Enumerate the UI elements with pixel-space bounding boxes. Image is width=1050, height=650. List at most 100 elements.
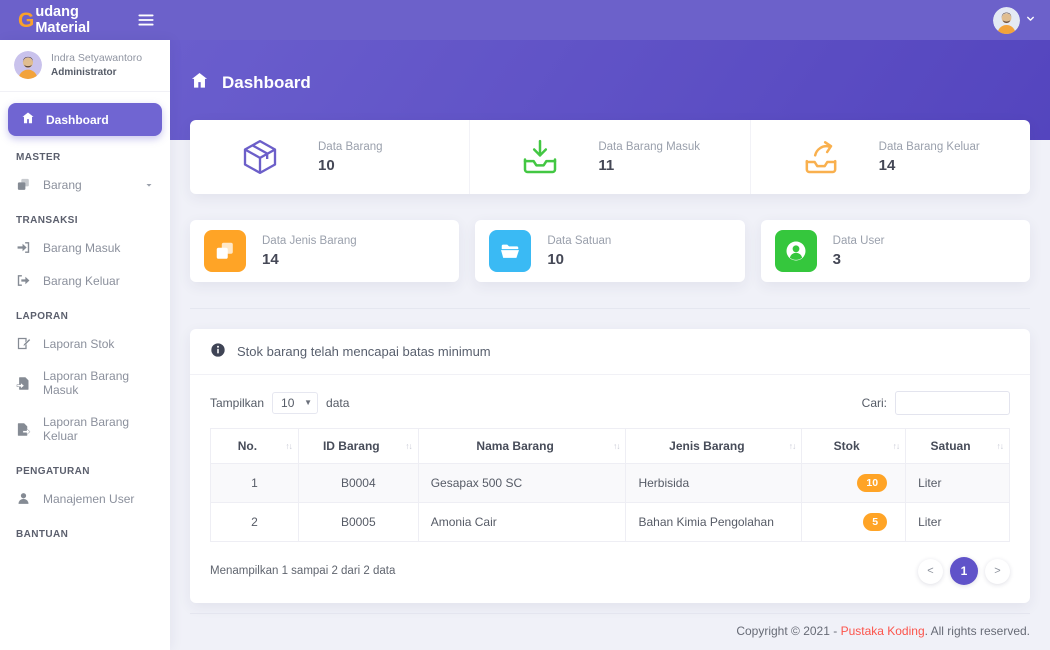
sort-icon: ↑↓ xyxy=(613,441,620,451)
sign-in-icon xyxy=(16,240,31,255)
table-info: Menampilkan 1 sampai 2 dari 2 data xyxy=(210,565,395,577)
avatar xyxy=(14,51,42,79)
stat-value: 14 xyxy=(879,157,980,174)
search-input[interactable] xyxy=(895,391,1010,415)
sidebar-item-label: Manajemen User xyxy=(43,492,134,506)
chevron-down-icon xyxy=(1025,11,1036,29)
column-header-id-barang[interactable]: ID Barang↑↓ xyxy=(298,429,418,464)
layers-icon xyxy=(16,177,31,192)
hamburger-menu-icon[interactable] xyxy=(136,10,156,30)
report-edit-icon xyxy=(16,336,31,351)
cell-nama-barang: Amonia Cair xyxy=(418,503,626,542)
file-import-icon xyxy=(16,376,31,391)
card-value: 10 xyxy=(547,251,611,268)
column-header-jenis-barang[interactable]: Jenis Barang↑↓ xyxy=(626,429,802,464)
box-out-icon xyxy=(801,137,841,177)
home-icon xyxy=(190,71,209,95)
main-content: Dashboard Data Barang 10 xyxy=(170,40,1050,650)
sidebar-item-laporan-barang-masuk[interactable]: Laporan Barang Masuk xyxy=(0,360,170,406)
copyright-suffix: . All rights reserved. xyxy=(925,624,1030,638)
cell-stok: 5 xyxy=(802,503,906,542)
sort-icon: ↑↓ xyxy=(789,441,796,451)
card-data-satuan: Data Satuan 10 xyxy=(475,220,744,282)
card-value: 14 xyxy=(262,251,357,268)
card-label: Data Satuan xyxy=(547,235,611,247)
sidebar-item-label: Barang xyxy=(43,178,82,192)
sort-icon: ↑↓ xyxy=(893,441,900,451)
stat-data-barang-keluar: Data Barang Keluar 14 xyxy=(750,120,1030,194)
card-value: 3 xyxy=(833,251,885,268)
cell-jenis-barang: Herbisida xyxy=(626,464,802,503)
page-length-suffix: data xyxy=(326,396,349,410)
footer: Copyright © 2021 - Pustaka Koding. All r… xyxy=(190,613,1030,650)
footer-link[interactable]: Pustaka Koding xyxy=(841,624,925,638)
column-header-satuan[interactable]: Satuan↑↓ xyxy=(906,429,1010,464)
stat-label: Data Barang Keluar xyxy=(879,141,980,153)
inbox-in-icon xyxy=(520,137,560,177)
folder-open-icon xyxy=(489,230,531,272)
sidebar-section-master: MASTER xyxy=(0,138,170,168)
stat-value: 10 xyxy=(318,157,383,174)
sidebar-section-bantuan: BANTUAN xyxy=(0,515,170,545)
alert-header: Stok barang telah mencapai batas minimum xyxy=(190,329,1030,375)
topbar: Gudang Material xyxy=(0,0,1050,40)
cell-id-barang: B0004 xyxy=(298,464,418,503)
cell-satuan: Liter xyxy=(906,503,1010,542)
sidebar-item-dashboard[interactable]: Dashboard xyxy=(8,103,162,136)
pagination: < 1 > xyxy=(918,557,1010,585)
sidebar-item-label: Barang Masuk xyxy=(43,241,120,255)
stat-value: 11 xyxy=(598,157,700,174)
file-export-icon xyxy=(16,422,31,437)
sidebar-item-manajemen-user[interactable]: Manajemen User xyxy=(0,482,170,515)
column-header-no[interactable]: No.↑↓ xyxy=(211,429,299,464)
cell-satuan: Liter xyxy=(906,464,1010,503)
cell-jenis-barang: Bahan Kimia Pengolahan xyxy=(626,503,802,542)
sidebar-section-pengaturan: PENGATURAN xyxy=(0,452,170,482)
home-icon xyxy=(21,111,35,128)
user-menu[interactable] xyxy=(993,7,1050,34)
chevron-down-icon xyxy=(144,180,154,190)
sort-icon: ↑↓ xyxy=(285,441,292,451)
stock-badge: 10 xyxy=(857,474,887,492)
copyright-text: Copyright © 2021 - xyxy=(736,624,840,638)
brand[interactable]: Gudang Material xyxy=(0,4,170,36)
table-row: 1 B0004 Gesapax 500 SC Herbisida 10 Lite… xyxy=(211,464,1010,503)
user-icon xyxy=(16,491,31,506)
stats-card: Data Barang 10 Data Barang Masuk 11 xyxy=(190,120,1030,194)
sidebar-item-laporan-stok[interactable]: Laporan Stok xyxy=(0,327,170,360)
column-header-nama-barang[interactable]: Nama Barang↑↓ xyxy=(418,429,626,464)
pagination-next-button[interactable]: > xyxy=(985,559,1010,584)
sidebar-item-barang-masuk[interactable]: Barang Masuk xyxy=(0,231,170,264)
sidebar-item-barang[interactable]: Barang xyxy=(0,168,170,201)
sidebar: Indra Setyawantoro Administrator Dashboa… xyxy=(0,40,170,650)
column-header-stok[interactable]: Stok↑↓ xyxy=(802,429,906,464)
card-label: Data Jenis Barang xyxy=(262,235,357,247)
pagination-page-1-button[interactable]: 1 xyxy=(950,557,978,585)
stat-label: Data Barang xyxy=(318,141,383,153)
user-circle-icon xyxy=(775,230,817,272)
cell-id-barang: B0005 xyxy=(298,503,418,542)
sidebar-section-laporan: LAPORAN xyxy=(0,297,170,327)
brand-logo-text: udang Material xyxy=(35,4,136,36)
sidebar-item-label: Laporan Stok xyxy=(43,337,114,351)
stat-label: Data Barang Masuk xyxy=(598,141,700,153)
sidebar-item-label: Dashboard xyxy=(46,113,109,127)
sort-icon: ↑↓ xyxy=(997,441,1004,451)
box-icon xyxy=(240,137,280,177)
card-data-jenis-barang: Data Jenis Barang 14 xyxy=(190,220,459,282)
table-row: 2 B0005 Amonia Cair Bahan Kimia Pengolah… xyxy=(211,503,1010,542)
page-length-select[interactable]: 10 xyxy=(272,392,318,414)
sidebar-section-transaksi: TRANSAKSI xyxy=(0,201,170,231)
section-divider xyxy=(190,308,1030,309)
table-header-row: No.↑↓ ID Barang↑↓ Nama Barang↑↓ Jenis Ba… xyxy=(211,429,1010,464)
pagination-prev-button[interactable]: < xyxy=(918,559,943,584)
sidebar-item-laporan-barang-keluar[interactable]: Laporan Barang Keluar xyxy=(0,406,170,452)
sidebar-item-barang-keluar[interactable]: Barang Keluar xyxy=(0,264,170,297)
card-label: Data User xyxy=(833,235,885,247)
layers-icon xyxy=(204,230,246,272)
stock-badge: 5 xyxy=(863,513,887,531)
cell-no: 2 xyxy=(211,503,299,542)
minimum-stock-table: No.↑↓ ID Barang↑↓ Nama Barang↑↓ Jenis Ba… xyxy=(210,428,1010,542)
page-title: Dashboard xyxy=(222,73,311,93)
card-data-user: Data User 3 xyxy=(761,220,1030,282)
